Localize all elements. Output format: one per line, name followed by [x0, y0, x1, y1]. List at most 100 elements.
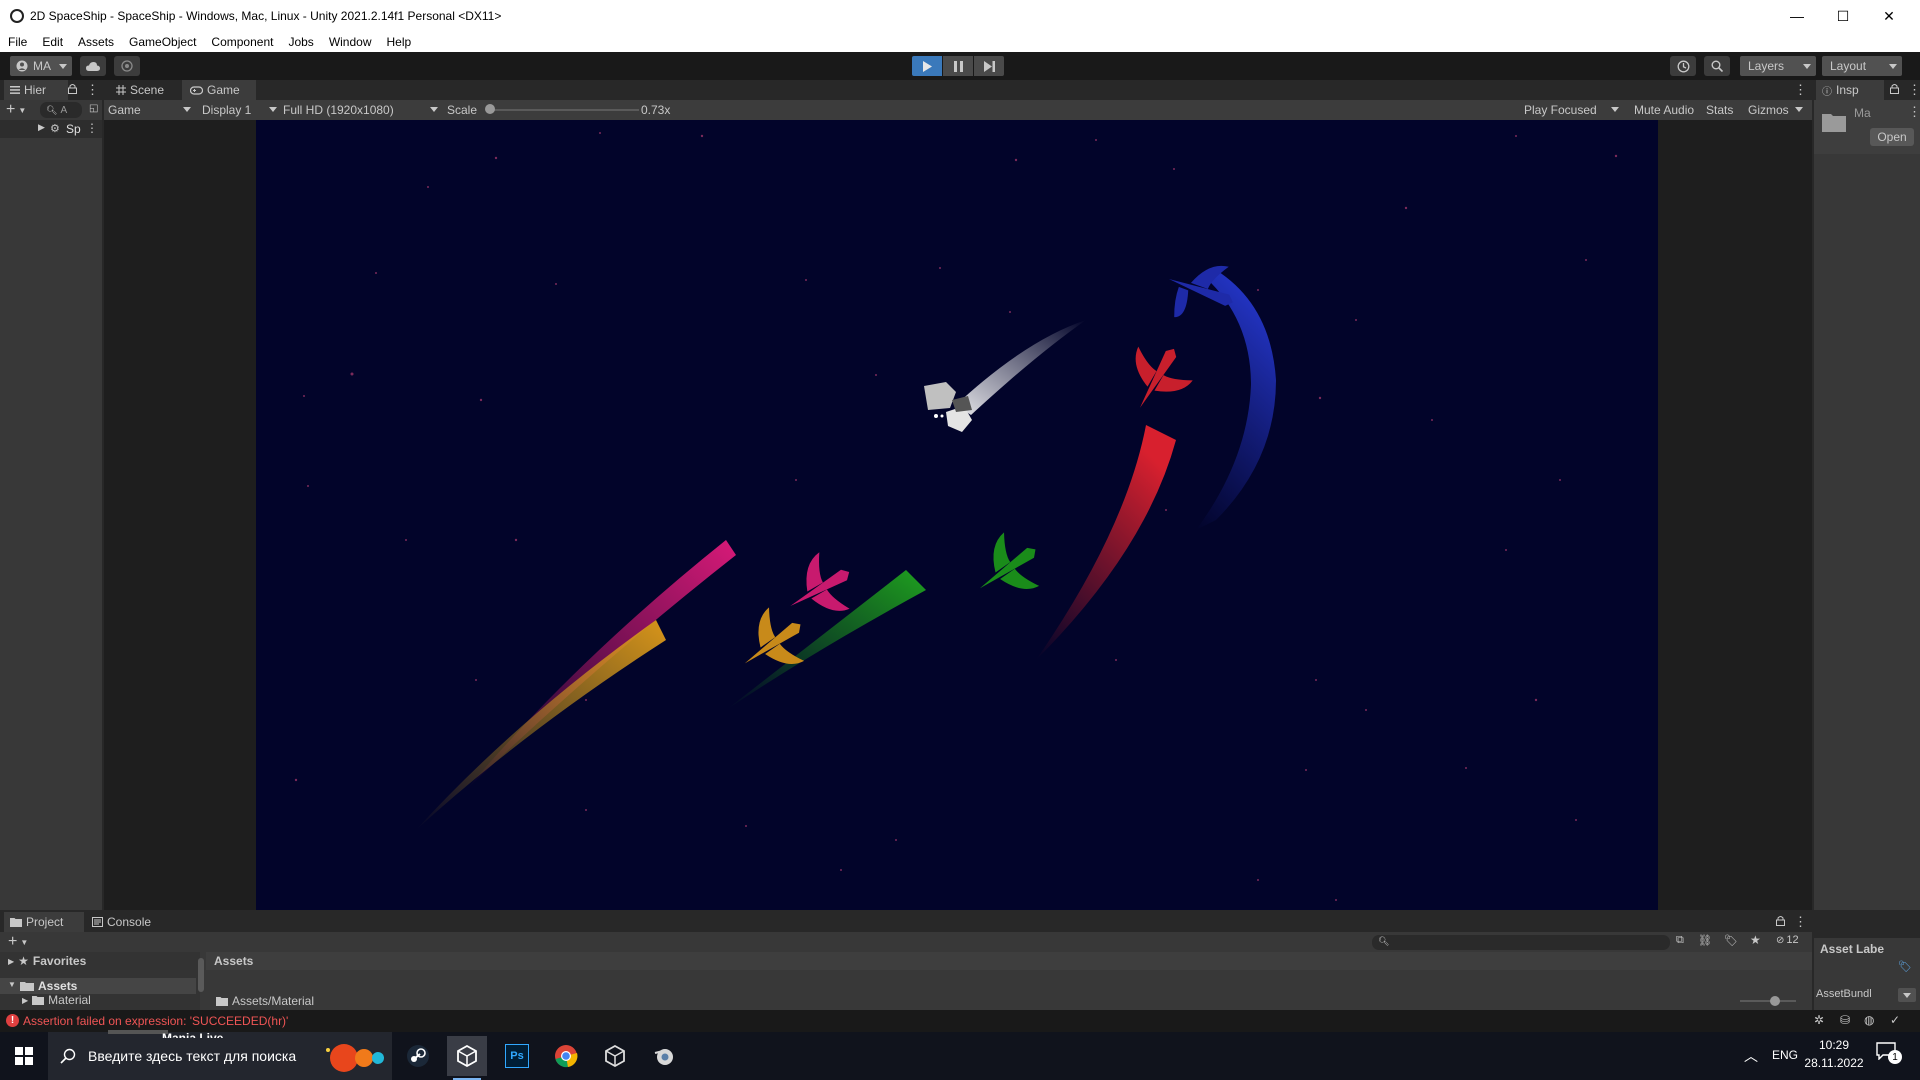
close-button[interactable]: ✕	[1866, 0, 1912, 32]
favorite-star-icon[interactable]: ★	[1750, 933, 1761, 947]
history-button[interactable]	[1670, 56, 1696, 76]
kebab-menu-icon[interactable]: ⋮	[1908, 104, 1920, 120]
tab-game[interactable]: Game	[182, 80, 256, 100]
create-button[interactable]: + ▼	[6, 101, 36, 118]
icon-size-slider-thumb[interactable]	[1770, 996, 1780, 1006]
play-focused-label: Play Focused	[1524, 103, 1597, 117]
gizmos-dropdown[interactable]: Gizmos	[1742, 101, 1808, 119]
chrome-app[interactable]	[546, 1036, 586, 1076]
scene-name: Sp	[66, 122, 81, 136]
error-message[interactable]: Assertion failed on expression: 'SUCCEED…	[23, 1014, 288, 1028]
game-view[interactable]	[256, 120, 1658, 910]
layers-dropdown[interactable]: Layers	[1740, 56, 1816, 76]
layout-dropdown[interactable]: Layout	[1822, 56, 1902, 76]
tag-icon[interactable]: 🏷︎	[1898, 960, 1912, 973]
tree-scrollbar[interactable]	[198, 958, 204, 992]
hierarchy-search-input[interactable]: 🔍︎ A	[40, 102, 82, 118]
menu-window[interactable]: Window	[321, 35, 379, 49]
asset-labels-section: Asset Labe 🏷︎ AssetBundl	[1814, 938, 1920, 1010]
search-button[interactable]	[1704, 56, 1730, 76]
collab-button[interactable]	[114, 56, 140, 76]
photoshop-icon: Ps	[505, 1044, 529, 1068]
stats-toggle[interactable]: Stats	[1706, 103, 1733, 117]
project-search-input[interactable]: 🔍︎	[1372, 935, 1670, 950]
project-tree: ▶ ★ Favorites ▼ Assets ▶ Material	[0, 952, 204, 1010]
kebab-menu-icon[interactable]: ⋮	[86, 82, 99, 98]
kebab-menu-icon[interactable]: ⋮	[1794, 914, 1807, 930]
blender-app[interactable]	[644, 1036, 684, 1076]
photoshop-app[interactable]: Ps	[497, 1036, 537, 1076]
filter-icon[interactable]: ◱	[89, 103, 98, 114]
menu-jobs[interactable]: Jobs	[280, 35, 320, 49]
icon-size-slider[interactable]	[1740, 1000, 1796, 1002]
unity-hub-app[interactable]	[447, 1036, 487, 1080]
kebab-menu-icon[interactable]: ⋮	[1908, 82, 1920, 98]
minimize-button[interactable]: —	[1774, 0, 1820, 32]
search-by-type-icon[interactable]: ⧉	[1676, 934, 1684, 947]
progress-check-icon[interactable]: ✓	[1890, 1013, 1900, 1027]
lock-icon[interactable]	[1776, 915, 1785, 929]
windows-start-button[interactable]	[4, 1036, 44, 1076]
menu-component[interactable]: Component	[203, 35, 280, 49]
windows-taskbar: Введите здесь текст для поиска Ps ︿ ENG …	[0, 1032, 1920, 1080]
cache-server-icon[interactable]: ⛁	[1840, 1013, 1850, 1027]
display-dropdown[interactable]: Display 1	[202, 101, 282, 119]
lock-icon[interactable]	[1890, 83, 1899, 97]
folder-icon	[32, 996, 45, 1005]
assets-row[interactable]: ▼ Assets	[0, 978, 196, 994]
play-button[interactable]	[912, 56, 942, 76]
scene-row[interactable]: ▶ ⚙︎ Sp ⋮	[0, 120, 102, 138]
menu-help[interactable]: Help	[379, 35, 419, 49]
pause-button[interactable]	[943, 56, 973, 76]
menu-gameobject[interactable]: GameObject	[121, 35, 203, 49]
play-focused-dropdown[interactable]: Play Focused	[1518, 101, 1624, 119]
menu-edit[interactable]: Edit	[34, 35, 70, 49]
menu-assets[interactable]: Assets	[70, 35, 121, 49]
breadcrumb-assets[interactable]: Assets	[214, 954, 253, 968]
cloud-button[interactable]	[80, 56, 106, 76]
expand-arrow-icon[interactable]: ▶	[38, 122, 45, 133]
tab-console[interactable]: Console	[86, 912, 172, 932]
favorite-star-icon: ★	[18, 954, 29, 968]
tab-scene[interactable]: Scene	[108, 80, 182, 100]
scale-slider-track[interactable]	[489, 109, 639, 111]
project-create-button[interactable]: + ▼	[8, 933, 36, 950]
steam-app[interactable]	[398, 1036, 438, 1076]
account-dropdown[interactable]: MA	[10, 56, 72, 76]
inspector-panel: Ma ⋮ Open	[1814, 100, 1920, 939]
tab-inspector[interactable]: ⓘ Insp	[1816, 80, 1884, 100]
resolution-dropdown[interactable]: Full HD (1920x1080)	[283, 101, 443, 119]
chevron-up-icon[interactable]: ︿	[1744, 1046, 1758, 1066]
step-button[interactable]	[974, 56, 1004, 76]
notification-center-button[interactable]: 1	[1876, 1042, 1902, 1068]
search-icon: 🔍︎	[46, 104, 58, 115]
open-button[interactable]: Open	[1870, 128, 1914, 146]
game-view-dropdown[interactable]: Game	[106, 101, 196, 119]
kebab-menu-icon[interactable]: ⋮	[1794, 82, 1807, 98]
taskbar-search-box[interactable]: Введите здесь текст для поиска	[48, 1032, 392, 1080]
mute-audio-toggle[interactable]: Mute Audio	[1634, 103, 1694, 117]
folder-open-icon	[20, 982, 34, 991]
debug-icon[interactable]: ✲	[1814, 1013, 1824, 1027]
maximize-button[interactable]: ☐	[1820, 0, 1866, 32]
unity-app[interactable]	[595, 1036, 635, 1076]
scale-slider-thumb[interactable]	[485, 104, 495, 114]
tab-hierarchy-label: Hier	[24, 83, 47, 97]
tag-filter-icon[interactable]: 🏷︎	[1724, 934, 1738, 947]
tab-project[interactable]: Project	[4, 912, 84, 932]
search-by-label-icon[interactable]: ⛓︎	[1698, 934, 1712, 947]
asset-bundle-dropdown[interactable]	[1898, 988, 1916, 1002]
lock-icon[interactable]	[68, 83, 77, 97]
tab-hierarchy[interactable]: Hier	[4, 80, 68, 100]
input-language[interactable]: ENG	[1772, 1048, 1798, 1062]
taskbar-search-placeholder: Введите здесь текст для поиска	[88, 1048, 297, 1064]
main-toolbar: MA Layers Layout	[0, 52, 1920, 80]
material-row[interactable]: ▶ Material	[22, 994, 91, 1006]
cloud-icon	[86, 61, 100, 71]
hidden-packages-toggle[interactable]: ⊘ 12	[1776, 934, 1799, 946]
auto-generate-lighting-icon[interactable]: ◍	[1864, 1013, 1874, 1027]
menu-file[interactable]: File	[0, 35, 34, 49]
taskbar-clock[interactable]: 10:29 28.11.2022	[1804, 1038, 1864, 1074]
favorites-row[interactable]: ▶ ★ Favorites	[8, 954, 86, 968]
kebab-menu-icon[interactable]: ⋮	[86, 121, 98, 135]
